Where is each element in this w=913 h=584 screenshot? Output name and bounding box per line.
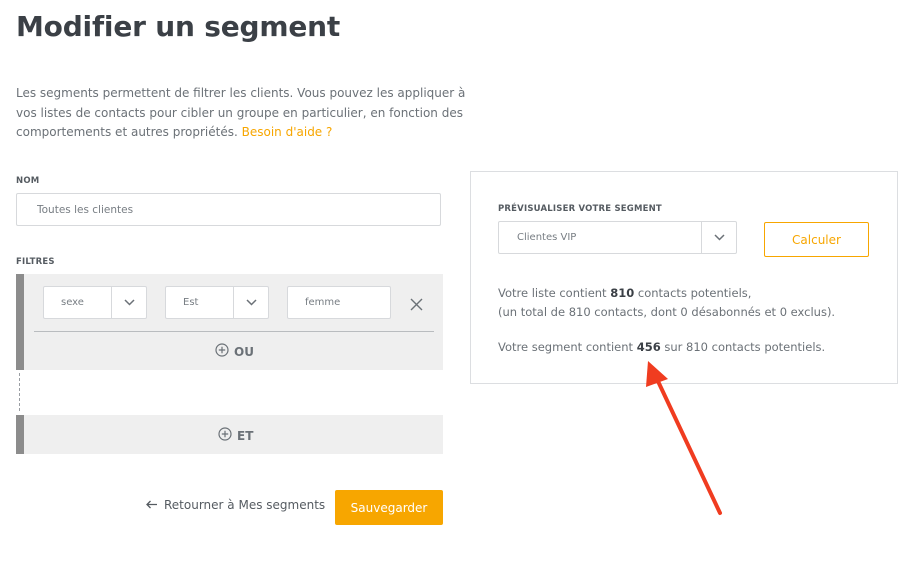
help-link[interactable]: Besoin d'aide ? <box>242 125 333 139</box>
filter-field-select[interactable]: sexe <box>43 286 147 319</box>
annotation-arrow-icon <box>646 361 722 515</box>
filter-value-input[interactable] <box>287 286 391 319</box>
filter-operator-value: Est <box>183 297 199 308</box>
list-info-suffix: contacts potentiels, <box>634 286 752 300</box>
filters-label: FILTRES <box>16 257 55 267</box>
add-and-button[interactable]: ET <box>218 427 253 444</box>
preview-list-select[interactable]: Clientes VIP <box>498 221 737 254</box>
back-link[interactable]: Retourner à Mes segments <box>146 498 325 512</box>
list-count: 810 <box>610 286 635 300</box>
segment-info-prefix: Votre segment contient <box>498 340 637 354</box>
preview-list-value: Clientes VIP <box>517 232 577 243</box>
back-link-label: Retourner à Mes segments <box>164 498 326 512</box>
filter-operator-select[interactable]: Est <box>165 286 269 319</box>
plus-circle-icon <box>215 343 229 360</box>
save-button[interactable]: Sauvegarder <box>335 490 443 525</box>
chevron-down-icon[interactable] <box>111 287 146 318</box>
list-info-line2: (un total de 810 contacts, dont 0 désabo… <box>498 305 836 319</box>
add-or-label: OU <box>234 344 254 359</box>
name-label: NOM <box>16 176 40 186</box>
segment-info-suffix: sur 810 contacts potentiels. <box>660 340 826 354</box>
calculate-button[interactable]: Calculer <box>764 222 869 257</box>
filter-field-value: sexe <box>61 297 84 308</box>
list-info-line1: Votre liste contient 810 contacts potent… <box>498 284 835 303</box>
connector-line <box>19 373 20 411</box>
add-or-button[interactable]: OU <box>215 343 254 360</box>
list-info: Votre liste contient 810 contacts potent… <box>498 284 835 322</box>
divider <box>34 331 434 332</box>
add-and-label: ET <box>237 428 254 443</box>
preview-label: PRÉVISUALISER VOTRE SEGMENT <box>498 204 662 214</box>
list-info-prefix: Votre liste contient <box>498 286 611 300</box>
arrow-left-icon <box>146 498 158 512</box>
plus-circle-icon <box>218 427 232 444</box>
segment-name-input[interactable] <box>16 193 441 226</box>
page-title: Modifier un segment <box>16 10 341 43</box>
chevron-down-icon[interactable] <box>233 287 268 318</box>
chevron-down-icon[interactable] <box>701 222 736 253</box>
close-icon[interactable] <box>410 296 423 315</box>
page-description: Les segments permettent de filtrer les c… <box>16 84 466 143</box>
segment-count: 456 <box>636 340 661 354</box>
